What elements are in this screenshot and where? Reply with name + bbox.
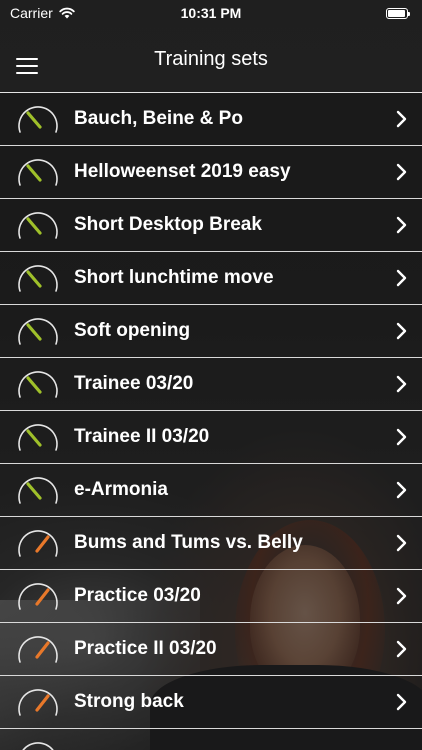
chevron-right-icon xyxy=(396,110,407,128)
difficulty-gauge-icon xyxy=(22,742,54,750)
training-set-row[interactable]: Trainee II 03/20 xyxy=(0,411,422,464)
chevron-right-icon xyxy=(396,587,407,605)
training-set-row[interactable]: Practice 03/20 xyxy=(0,570,422,623)
difficulty-gauge-icon xyxy=(18,159,58,186)
chevron-right-icon xyxy=(396,163,407,181)
training-set-label: Practice II 03/20 xyxy=(74,638,217,659)
difficulty-gauge-icon xyxy=(18,106,58,133)
difficulty-gauge-icon xyxy=(18,212,58,239)
training-set-label: Bums and Tums vs. Belly xyxy=(74,532,303,553)
training-set-row[interactable]: Trainee 03/20 xyxy=(0,358,422,411)
status-time: 10:31 PM xyxy=(180,5,242,21)
training-set-row[interactable]: e-Armonia xyxy=(0,464,422,517)
chevron-right-icon xyxy=(396,322,407,340)
difficulty-gauge-icon xyxy=(18,424,58,451)
training-set-label: Trainee II 03/20 xyxy=(74,426,210,447)
training-set-row[interactable]: Short lunchtime move xyxy=(0,252,422,305)
navigation-bar: Training sets xyxy=(0,26,422,92)
training-set-row[interactable]: Strong back xyxy=(0,676,422,729)
page-title: Training sets xyxy=(154,47,268,70)
difficulty-gauge-icon xyxy=(18,530,58,557)
training-set-label: Strong back xyxy=(74,691,184,712)
training-set-label: Helloweenset 2019 easy xyxy=(74,161,291,182)
difficulty-gauge-icon xyxy=(18,689,58,716)
training-set-row[interactable]: Practice II 03/20 xyxy=(0,623,422,676)
difficulty-gauge-icon xyxy=(18,636,58,663)
training-set-label: Short Desktop Break xyxy=(74,214,262,235)
difficulty-gauge-icon xyxy=(18,265,58,292)
hamburger-menu-icon[interactable] xyxy=(16,58,38,74)
training-set-row[interactable]: Bauch, Beine & Po xyxy=(0,93,422,146)
chevron-right-icon xyxy=(396,216,407,234)
training-set-list: Bauch, Beine & Po Helloweenset 2019 easy S… xyxy=(0,92,422,750)
chevron-right-icon xyxy=(396,640,407,658)
app-screen: Carrier 10:31 PM Training sets Bauch, Be… xyxy=(0,0,422,750)
chevron-right-icon xyxy=(396,693,407,711)
training-set-row[interactable]: Bums and Tums vs. Belly xyxy=(0,517,422,570)
difficulty-gauge-icon xyxy=(18,583,58,610)
status-bar: Carrier 10:31 PM xyxy=(0,0,422,26)
difficulty-gauge-icon xyxy=(18,477,58,504)
training-set-label: Short lunchtime move xyxy=(74,267,274,288)
training-set-row[interactable]: Short Desktop Break xyxy=(0,199,422,252)
battery-icon xyxy=(386,7,410,19)
training-set-row-partial[interactable] xyxy=(0,729,422,750)
training-set-row[interactable]: Helloweenset 2019 easy xyxy=(0,146,422,199)
difficulty-gauge-icon xyxy=(18,318,58,345)
training-set-label: Practice 03/20 xyxy=(74,585,201,606)
chevron-right-icon xyxy=(396,375,407,393)
chevron-right-icon xyxy=(396,534,407,552)
training-set-label: Soft opening xyxy=(74,320,191,341)
training-set-label: Bauch, Beine & Po xyxy=(74,108,243,129)
training-set-label: e-Armonia xyxy=(74,479,168,500)
difficulty-gauge-icon xyxy=(18,371,58,398)
chevron-right-icon xyxy=(396,269,407,287)
training-set-row[interactable]: Soft opening xyxy=(0,305,422,358)
chevron-right-icon xyxy=(396,481,407,499)
chevron-right-icon xyxy=(396,428,407,446)
training-set-label: Trainee 03/20 xyxy=(74,373,194,394)
